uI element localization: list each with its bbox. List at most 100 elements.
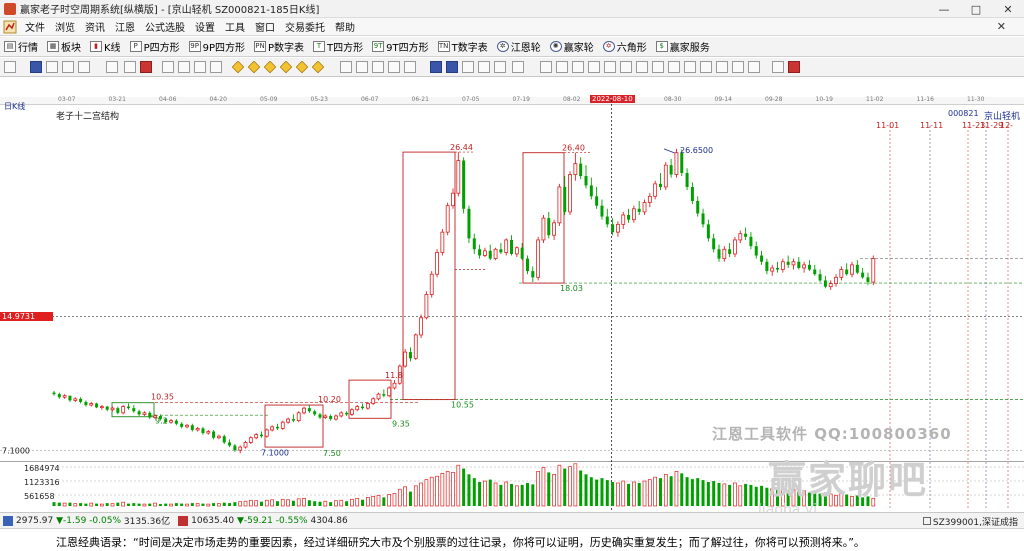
volume-bar-down: [685, 477, 689, 506]
candle-body-down: [669, 165, 673, 175]
volume-bar-up: [663, 473, 668, 507]
volume-bar-up: [536, 471, 540, 507]
volume-bar-up: [350, 498, 354, 507]
volume-bar-down: [318, 501, 322, 506]
candle-body-down: [105, 406, 109, 410]
volume-bar-down: [329, 502, 333, 506]
candle-body-up: [339, 412, 344, 417]
volume-bar-up: [243, 500, 248, 507]
volume-bar-up: [738, 485, 743, 507]
candle-body-up: [270, 426, 275, 431]
candle-body-up: [323, 415, 328, 418]
volume-bar-up: [647, 479, 652, 507]
volume-bar-down: [180, 503, 184, 506]
volume-bar-up: [616, 482, 620, 507]
sz-index-value: 10635.40: [191, 515, 235, 526]
volume-bar-up: [674, 471, 679, 507]
volume-bar-down: [313, 501, 317, 506]
candle-body-up: [142, 412, 147, 415]
candle-body-up: [376, 393, 381, 400]
volume-bar-down: [589, 477, 593, 506]
volume-bar-up: [483, 480, 487, 507]
candle-body-up: [392, 382, 397, 389]
volume-bar-down: [520, 484, 524, 506]
sh-index-value: 2975.97: [16, 515, 54, 526]
candle-body-down: [685, 172, 689, 187]
volume-bar-up: [403, 486, 407, 507]
future-date-label: 11-01: [876, 121, 899, 130]
annotation-box: [348, 379, 392, 419]
candle-body-up: [302, 407, 306, 414]
candle-body-up: [738, 233, 743, 241]
candle-body-down: [275, 426, 279, 429]
candle-body-down: [116, 408, 120, 413]
sh-index-icon: [3, 515, 13, 526]
candle-body-down: [627, 215, 631, 220]
period-label[interactable]: 日K线: [4, 101, 25, 112]
candle-body-down: [754, 246, 758, 256]
candle-body-down: [212, 431, 216, 438]
candle-body-down: [462, 160, 466, 209]
price-annotation: 7.1000: [2, 446, 30, 455]
volume-bar-down: [499, 484, 503, 506]
candle-body-up: [504, 239, 509, 253]
candle-body-down: [137, 411, 141, 415]
volume-bar-up: [142, 503, 147, 507]
volume-bar-up: [413, 485, 418, 507]
candle-body-up: [722, 248, 727, 260]
volume-bar-up: [387, 494, 392, 507]
volume-bar-up: [339, 499, 344, 507]
volume-bar-down: [275, 501, 279, 506]
volume-bar-up: [355, 497, 360, 507]
status-index-selector[interactable]: SZ399001,深证成指: [922, 515, 1018, 528]
volume-bar-up: [323, 500, 328, 507]
candle-body-down: [510, 239, 514, 254]
candle-body-up: [243, 442, 248, 448]
stock-code: 000821: [948, 109, 979, 118]
volume-bar-up: [392, 493, 397, 507]
chart-labels: 11-01 11-11 11-2311-2912-26.44 26.40 26.6500…: [2, 121, 1013, 501]
volume-bar-up: [722, 483, 727, 507]
volume-bar-up: [270, 499, 274, 507]
candle-body-down: [467, 208, 471, 239]
volume-bars: [52, 463, 876, 507]
volume-bar-up: [280, 498, 285, 507]
volume-bar-down: [95, 503, 99, 506]
volume-bar-down: [105, 503, 109, 506]
candle-body-up: [802, 264, 807, 269]
candle-body-up: [334, 415, 338, 420]
volume-axis-label: 561658: [24, 492, 55, 501]
volume-bar-down: [382, 497, 386, 506]
candle-body-up: [206, 431, 211, 434]
candle-body-down: [749, 236, 753, 247]
status-bar: 2975.97 ▼-1.59 -0.05% 3135.36亿 10635.40 …: [0, 512, 1024, 528]
candle-body-down: [776, 267, 780, 270]
sz-index-icon: [178, 515, 189, 526]
candle-body-down: [531, 271, 535, 278]
candle-body-down: [52, 392, 56, 395]
volume-bar-up: [642, 480, 647, 507]
volume-bar-up: [334, 500, 338, 507]
candle-body-down: [744, 233, 748, 237]
candle-body-down: [696, 200, 700, 214]
volume-bar-up: [366, 497, 370, 507]
candle-body-up: [355, 406, 360, 411]
candle-body-up: [493, 248, 498, 260]
candle-body-up: [264, 429, 269, 437]
volume-bar-down: [547, 472, 551, 506]
candle-body-up: [435, 251, 439, 275]
candle-body-down: [547, 218, 551, 236]
candle-body-up: [419, 317, 423, 336]
candle-body-up: [254, 434, 259, 439]
volume-bar-down: [563, 468, 567, 506]
candle-body-down: [813, 269, 817, 275]
candle-body-up: [371, 398, 376, 404]
sz-index-pct: -0.55%: [275, 515, 308, 526]
candle-body-down: [658, 183, 662, 187]
candle-body-down: [605, 216, 609, 225]
candle-body-down: [408, 352, 412, 359]
volume-bar-up: [424, 479, 429, 507]
candle-body-up: [631, 208, 636, 221]
volume-bar-down: [291, 500, 295, 506]
volume-axis-label: 1684974: [24, 464, 60, 473]
